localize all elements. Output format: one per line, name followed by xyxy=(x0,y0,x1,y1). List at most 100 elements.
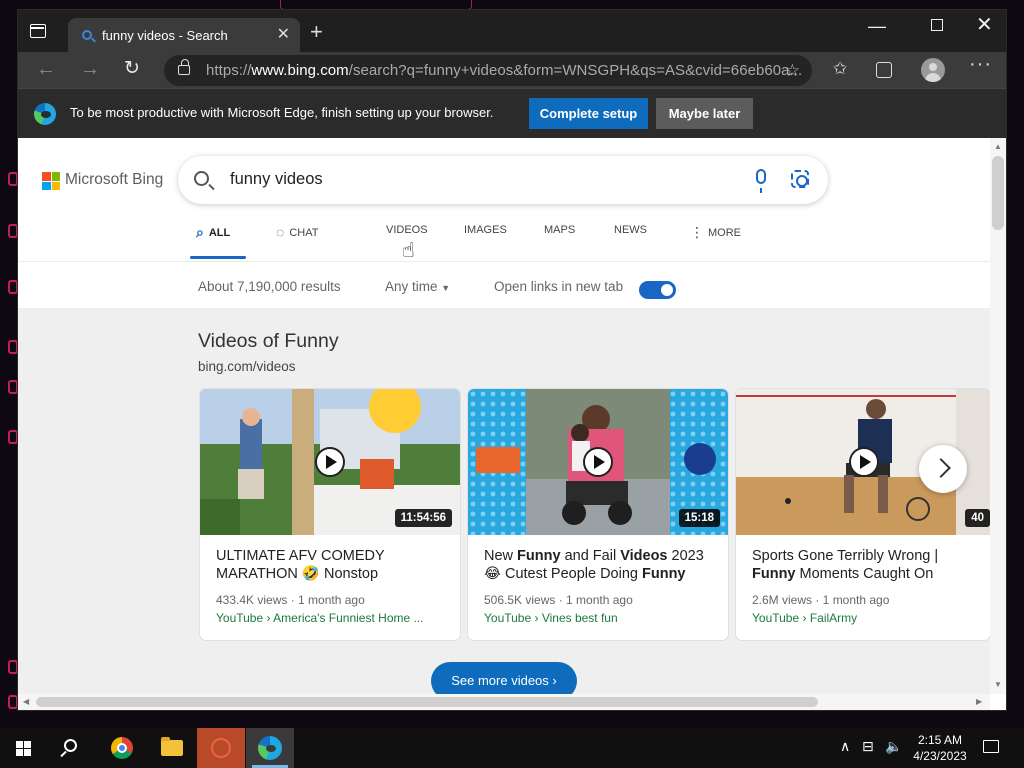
notifications-icon[interactable] xyxy=(983,740,999,753)
video-meta: 2.6M views · 1 month ago xyxy=(752,593,890,607)
tab-all[interactable]: ⌕ ALL xyxy=(196,224,230,241)
favorites-icon[interactable]: ✩ xyxy=(833,59,847,79)
maybe-later-button[interactable]: Maybe later xyxy=(656,98,753,129)
video-card[interactable]: 11:54:56 ULTIMATE AFV COMEDY MARATHON 🤣 … xyxy=(200,389,460,640)
browser-toolbar: ← → ↻ https://www.bing.com/search?q=funn… xyxy=(18,52,1006,88)
section-title[interactable]: Videos of Funny xyxy=(198,330,339,353)
tray-chevron-up-icon[interactable]: ∧ xyxy=(840,738,850,755)
browser-tab[interactable]: funny videos - Search ✕ xyxy=(68,18,300,52)
tab-more[interactable]: ⋮ MORE xyxy=(690,224,741,241)
url-text[interactable]: https://www.bing.com/search?q=funny+vide… xyxy=(206,62,802,79)
refresh-icon[interactable]: ↻ xyxy=(124,58,140,80)
back-icon[interactable]: ← xyxy=(36,58,56,80)
see-more-videos-button[interactable]: See more videos › xyxy=(431,662,577,694)
collections-icon[interactable] xyxy=(876,62,892,78)
desktop-icon xyxy=(8,660,18,674)
scroll-right-icon[interactable]: ▶ xyxy=(976,697,982,706)
settings-more-icon[interactable]: ··· xyxy=(969,54,992,74)
profile-avatar-icon[interactable] xyxy=(921,58,945,82)
search-icon[interactable] xyxy=(194,171,209,186)
bing-logo-text[interactable]: Microsoft Bing xyxy=(65,171,163,189)
vertical-scroll-thumb[interactable] xyxy=(992,156,1004,230)
open-in-new-tab-toggle[interactable] xyxy=(639,281,676,299)
tab-news[interactable]: NEWS xyxy=(614,224,647,236)
search-input[interactable]: funny videos xyxy=(230,170,323,189)
tab-videos[interactable]: VIDEOS xyxy=(386,224,428,236)
complete-setup-button[interactable]: Complete setup xyxy=(529,98,648,129)
tab-images[interactable]: IMAGES xyxy=(464,224,507,236)
chrome-icon xyxy=(111,737,133,759)
desktop-icon xyxy=(8,172,18,186)
video-title[interactable]: New Funny and Fail Videos 2023 😂 Cutest … xyxy=(484,547,714,583)
tab-chat-label: CHAT xyxy=(289,227,319,239)
network-icon[interactable]: ⊟ xyxy=(862,738,874,755)
video-title[interactable]: ULTIMATE AFV COMEDY MARATHON 🤣 Nonstop xyxy=(216,547,446,583)
section-source-link[interactable]: bing.com/videos xyxy=(198,359,296,374)
microsoft-logo-icon[interactable] xyxy=(42,172,60,190)
new-tab-icon[interactable]: + xyxy=(310,21,323,43)
video-thumbnail[interactable]: 15:18 xyxy=(468,389,728,535)
horizontal-scroll-thumb[interactable] xyxy=(36,697,818,707)
horizontal-scrollbar[interactable]: ◀ ▶ xyxy=(18,694,990,710)
url-path: /search?q=funny+videos&form=WNSGPH&qs=AS… xyxy=(348,62,803,79)
setup-infobar: To be most productive with Microsoft Edg… xyxy=(18,88,1006,138)
bing-results-page: Microsoft Bing funny videos ⌕ ALL ◌ CHAT V… xyxy=(18,138,990,694)
edge-icon xyxy=(258,736,282,760)
video-meta: 433.4K views · 1 month ago xyxy=(216,593,365,607)
clock-time: 2:15 AM xyxy=(917,733,963,747)
visual-search-icon[interactable] xyxy=(791,170,809,188)
search-box[interactable]: funny videos xyxy=(178,156,828,204)
vertical-scrollbar[interactable]: ▲ ▼ xyxy=(990,138,1006,694)
edge-logo-icon xyxy=(34,103,56,125)
time-filter-dropdown[interactable]: Any time ▼ xyxy=(385,279,450,294)
address-bar[interactable]: https://www.bing.com/search?q=funny+vide… xyxy=(164,55,812,86)
lock-icon[interactable] xyxy=(178,59,190,75)
microphone-icon[interactable] xyxy=(756,169,766,193)
add-favorite-icon[interactable]: ☆ xyxy=(785,61,800,81)
see-more-label: See more videos xyxy=(451,673,549,688)
close-window-icon[interactable]: ✕ xyxy=(976,15,993,35)
desktop-icon xyxy=(8,280,18,294)
windows-start-icon[interactable] xyxy=(16,741,32,757)
play-icon[interactable] xyxy=(849,447,879,477)
video-duration: 40 xyxy=(965,509,990,527)
background-window-edge xyxy=(280,0,472,10)
bing-header: Microsoft Bing funny videos ⌕ ALL ◌ CHAT V… xyxy=(18,138,990,262)
desktop-icon xyxy=(8,340,18,354)
active-tab-indicator xyxy=(190,256,246,259)
infobar-message: To be most productive with Microsoft Edg… xyxy=(70,105,494,120)
desktop-icon xyxy=(8,430,18,444)
video-card[interactable]: 15:18 New Funny and Fail Videos 2023 😂 C… xyxy=(468,389,728,640)
volume-icon[interactable]: 🔈 xyxy=(885,738,902,755)
scroll-down-icon[interactable]: ▼ xyxy=(994,680,1002,689)
scroll-up-icon[interactable]: ▲ xyxy=(994,142,1002,151)
video-source[interactable]: YouTube › America's Funniest Home ... xyxy=(216,611,424,625)
video-source[interactable]: YouTube › Vines best fun xyxy=(484,611,618,625)
taskbar-recorder[interactable] xyxy=(197,728,245,768)
video-title[interactable]: Sports Gone Terribly Wrong | Funny Momen… xyxy=(752,547,982,583)
play-icon[interactable] xyxy=(583,447,613,477)
carousel-next-icon[interactable] xyxy=(919,445,967,493)
play-icon[interactable] xyxy=(315,447,345,477)
video-thumbnail[interactable]: 11:54:56 xyxy=(200,389,460,535)
taskbar-search-icon[interactable] xyxy=(64,739,77,752)
maximize-icon[interactable] xyxy=(931,19,943,31)
video-meta: 506.5K views · 1 month ago xyxy=(484,593,633,607)
taskbar-file-explorer[interactable] xyxy=(148,728,196,768)
scroll-left-icon[interactable]: ◀ xyxy=(23,697,29,706)
forward-icon[interactable]: → xyxy=(80,58,100,80)
tab-title: funny videos - Search xyxy=(102,28,228,43)
video-source[interactable]: YouTube › FailArmy xyxy=(752,611,857,625)
tab-maps[interactable]: MAPS xyxy=(544,224,575,236)
taskbar-chrome[interactable] xyxy=(98,728,146,768)
time-filter-label: Any time xyxy=(385,279,438,294)
tab-all-label: ALL xyxy=(208,227,231,239)
video-card[interactable]: 40 Sports Gone Terribly Wrong | Funny Mo… xyxy=(736,389,990,640)
taskbar-edge[interactable] xyxy=(246,728,294,768)
chevron-down-icon: ▼ xyxy=(441,283,451,293)
system-clock[interactable]: 2:15 AM 4/23/2023 xyxy=(908,732,972,764)
tab-chat[interactable]: ◌ CHAT xyxy=(276,224,318,240)
close-tab-icon[interactable]: ✕ xyxy=(277,25,290,45)
tab-actions-icon[interactable] xyxy=(30,24,46,38)
minimize-icon[interactable]: — xyxy=(868,16,886,36)
